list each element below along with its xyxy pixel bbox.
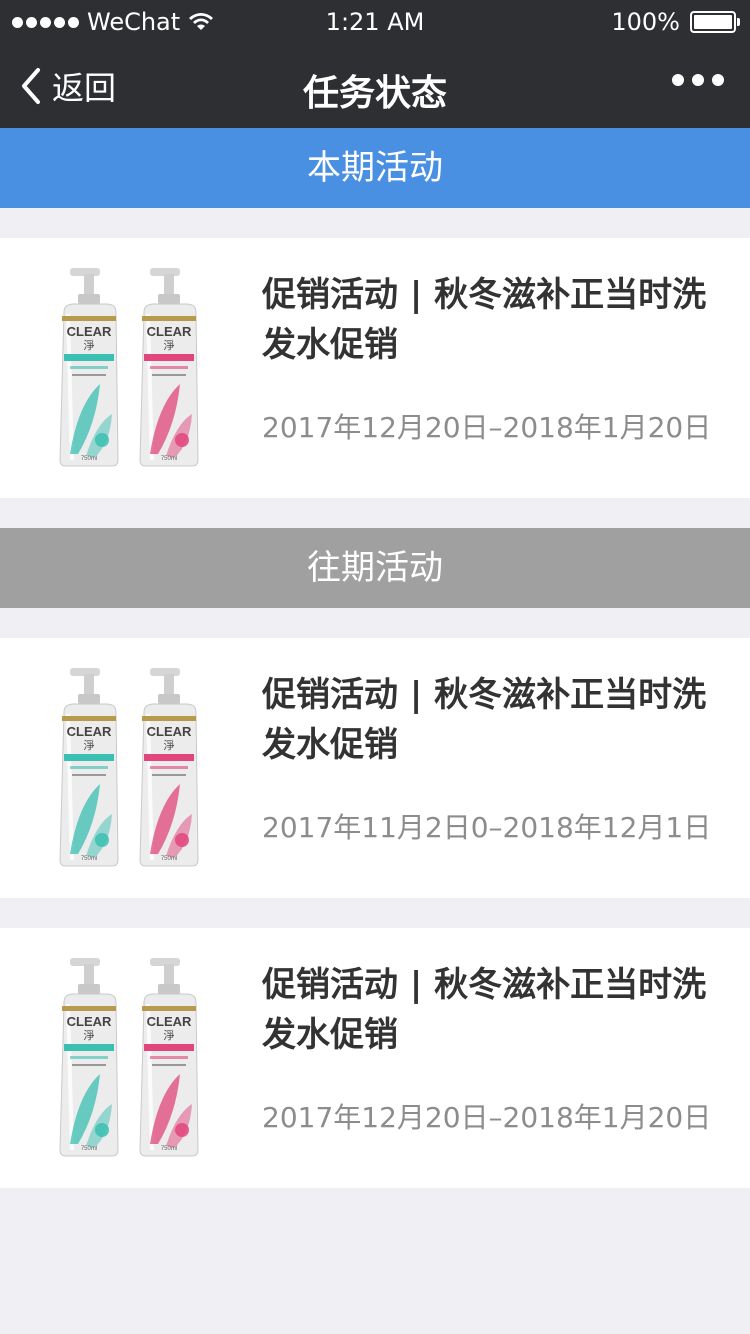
shampoo-bottle: CLEAR淨 750ml [59,268,119,467]
activity-date: 2017年11月2日0–2018年12月1日 [262,811,712,844]
volume-label: 750ml [161,456,177,462]
brand-logo-cn: 淨 [164,739,175,752]
brand-logo: CLEAR [147,324,192,339]
brand-logo-cn: 淨 [164,1029,175,1042]
volume-label: 750ml [161,1146,177,1152]
battery-percent: 100% [611,8,680,36]
shampoo-bottle: CLEAR淨 750ml [59,668,119,867]
activity-date: 2017年12月20日–2018年1月20日 [262,411,712,444]
product-thumbnail: CLEAR淨750mlCLEAR淨750ml [59,958,199,1157]
volume-label: 750ml [161,856,177,862]
shampoo-bottle: CLEAR淨 750ml [59,958,119,1157]
more-menu-icon[interactable] [672,74,724,86]
volume-label: 750ml [81,456,97,462]
activity-title: 促销活动 | 秋冬滋补正当时洗发水促销 [262,965,707,1055]
battery-icon [690,11,740,33]
activity-title: 促销活动 | 秋冬滋补正当时洗发水促销 [262,675,707,765]
activity-title: 促销活动 | 秋冬滋补正当时洗发水促销 [262,275,707,365]
battery-group: 100% [611,8,740,36]
volume-label: 750ml [81,856,97,862]
brand-logo: CLEAR [67,724,112,739]
brand-logo-cn: 淨 [164,339,175,352]
activity-card[interactable]: CLEAR 淨 750ml CLEAR 淨 750ml 促销活动 | 秋冬滋补正当时洗发水… [0,638,750,898]
nav-bar: 返回 任务状态 [0,44,750,128]
activity-card[interactable]: CLEAR 淨 750ml CLEAR 淨 750ml 促销活动 | 秋冬滋补正当时洗发水… [0,238,750,498]
brand-logo-cn: 淨 [84,1029,95,1042]
volume-label: 750ml [81,1146,97,1152]
brand-logo-cn: 淨 [84,339,95,352]
brand-logo: CLEAR [67,1014,112,1029]
product-thumbnail: CLEAR淨750mlCLEAR淨750ml [59,668,199,867]
brand-logo: CLEAR [67,324,112,339]
shampoo-bottle: CLEAR淨 750ml [139,668,199,867]
activity-date: 2017年12月20日–2018年1月20日 [262,1101,712,1134]
shampoo-bottle: CLEAR淨 750ml [139,268,199,467]
status-bar: WeChat 1:21 AM 100% [0,0,750,44]
shampoo-bottle: CLEAR淨 750ml [139,958,199,1157]
product-thumbnail: CLEAR淨750mlCLEAR淨750ml [59,268,199,467]
activity-card[interactable]: CLEAR 淨 750ml CLEAR 淨 750ml 促销活动 | 秋冬滋补正当时洗发水… [0,928,750,1188]
brand-logo: CLEAR [147,724,192,739]
section-header-current: 本期活动 [0,128,750,208]
brand-logo-cn: 淨 [84,739,95,752]
section-header-past: 往期活动 [0,528,750,608]
page-title: 任务状态 [302,73,447,114]
brand-logo: CLEAR [147,1014,192,1029]
